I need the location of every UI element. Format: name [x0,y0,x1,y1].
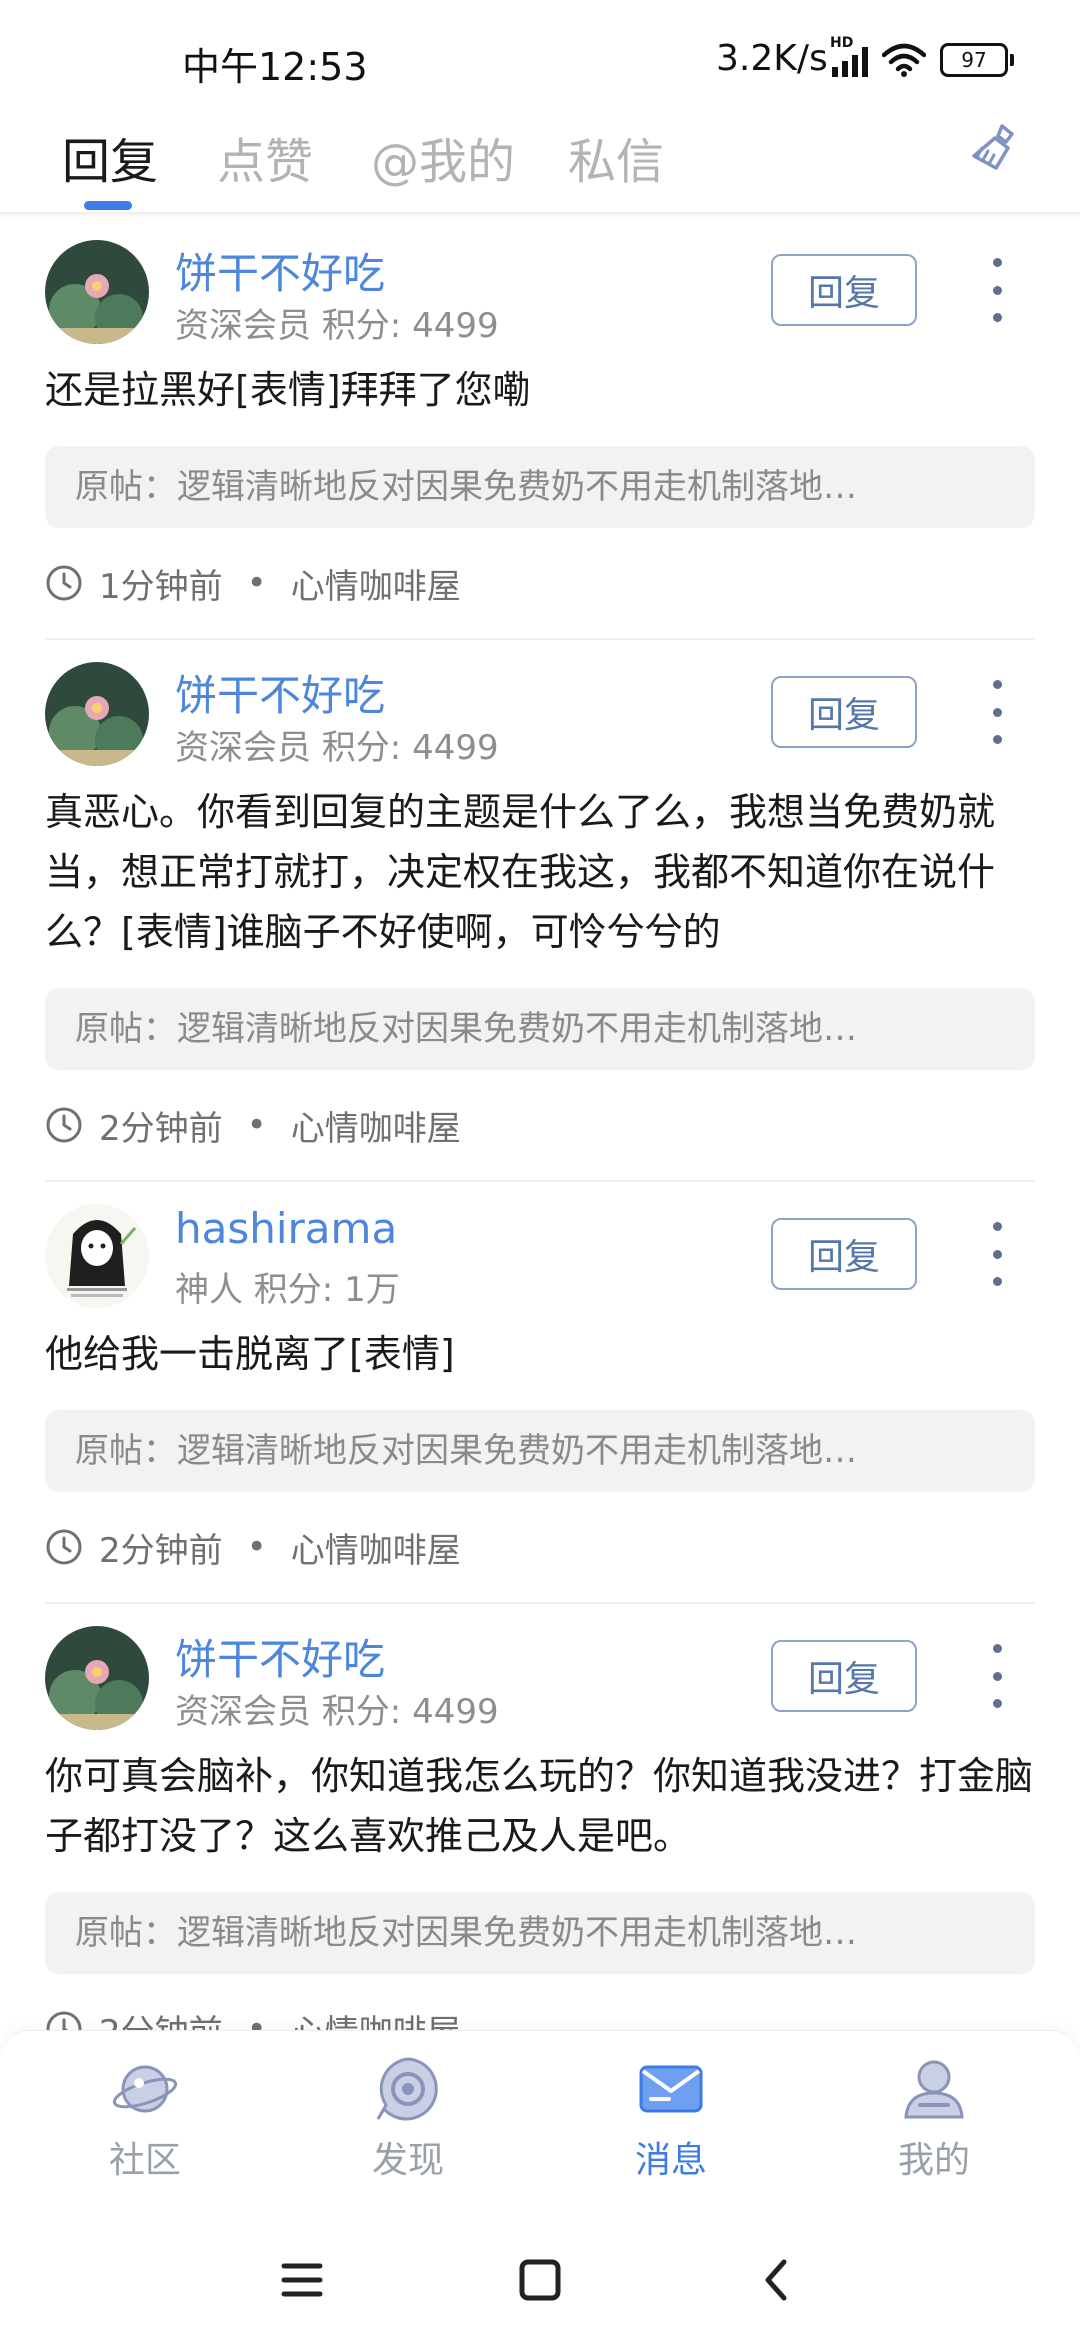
forum-name[interactable]: 心情咖啡屋 [291,1101,461,1150]
user-rank-points: 资深会员 积分: 4499 [175,306,499,346]
nav-community[interactable]: 社区 [45,2031,245,2201]
reply-button[interactable]: 回复 [771,254,917,326]
nav-label: 社区 [108,2140,181,2181]
wifi-icon [882,43,926,77]
original-post-link[interactable]: 原帖：逻辑清晰地反对因果免费奶不用走机制落地… [45,446,1035,528]
reply-button[interactable]: 回复 [771,1640,917,1712]
original-post-link[interactable]: 原帖：逻辑清晰地反对因果免费奶不用走机制落地… [45,1892,1035,1974]
home-icon[interactable] [510,2250,570,2310]
clock-icon [46,2011,82,2030]
clock-icon [46,565,82,601]
system-navigation-bar [0,2200,1080,2340]
nav-label: 我的 [897,2140,970,2181]
reply-item[interactable]: 饼干不好吃 资深会员 积分: 4499 回复 你可真会脑补，你知道我怎么玩的？你… [0,1604,1080,2030]
username[interactable]: 饼干不好吃 [175,1626,385,1687]
hd-label: HD [830,35,854,51]
status-bar: 中午12:53 3.2K/s HD 97 [0,0,1080,100]
reply-meta: 2分钟前 • 心情咖啡屋 [45,1070,1035,1180]
reply-time: 2分钟前 [99,2005,223,2031]
reply-text: 他给我一击脱离了[表情] [45,1332,455,1376]
username[interactable]: 饼干不好吃 [175,662,385,723]
forum-name[interactable]: 心情咖啡屋 [291,559,461,608]
reply-button[interactable]: 回复 [771,676,917,748]
battery-icon: 97 [940,43,1014,77]
tab-private-messages[interactable]: 私信 [568,122,664,192]
reply-feed[interactable]: 饼干不好吃 资深会员 积分: 4499 回复 还是拉黑好[表情]拜拜了您嘞 原帖… [0,218,1080,2030]
reply-time: 1分钟前 [99,566,223,607]
signal-icon: HD [830,35,868,77]
profile-icon [904,2060,964,2119]
menu-icon[interactable] [272,2250,332,2310]
user-rank-points: 资深会员 积分: 4499 [175,1692,499,1732]
reply-item[interactable]: hashirama 神人 积分: 1万 回复 他给我一击脱离了[表情] 原帖：逻… [0,1182,1080,1604]
nav-label: 发现 [371,2140,444,2181]
reply-time: 2分钟前 [99,1530,223,1571]
separator-dot: • [246,563,267,603]
clock-icon [46,1107,82,1143]
message-tabs: 回复 点赞 @我的 私信 [0,100,1080,212]
nav-discover[interactable]: 发现 [308,2031,508,2201]
tab-mentions[interactable]: @我的 [371,122,515,192]
separator-dot: • [246,1105,267,1145]
user-rank-points: 资深会员 积分: 4499 [175,728,499,768]
more-options-icon[interactable] [985,1644,1009,1708]
reply-item[interactable]: 饼干不好吃 资深会员 积分: 4499 回复 还是拉黑好[表情]拜拜了您嘞 原帖… [0,218,1080,640]
nav-messages[interactable]: 消息 [571,2031,771,2201]
username[interactable]: 饼干不好吃 [175,240,385,301]
back-icon[interactable] [748,2250,808,2310]
tab-reply[interactable]: 回复 [62,122,158,192]
clock-icon [46,1529,82,1565]
status-time: 中午12:53 [182,45,368,89]
avatar[interactable] [45,1204,149,1308]
original-post-link[interactable]: 原帖：逻辑清晰地反对因果免费奶不用走机制落地… [45,1410,1035,1492]
separator-dot: • [246,2009,267,2030]
nav-label: 消息 [634,2140,707,2181]
reply-item[interactable]: 饼干不好吃 资深会员 积分: 4499 回复 真恶心。你看到回复的主题是什么了么… [0,640,1080,1182]
tab-likes[interactable]: 点赞 [217,122,313,192]
reply-meta: 2分钟前 • 心情咖啡屋 [45,1492,1035,1602]
more-options-icon[interactable] [985,680,1009,744]
forum-name[interactable]: 心情咖啡屋 [291,1523,461,1572]
bottom-navigation: 社区 发现 消息 我的 [0,2030,1080,2201]
forum-name[interactable]: 心情咖啡屋 [291,2005,461,2031]
reply-button[interactable]: 回复 [771,1218,917,1290]
avatar[interactable] [45,662,149,766]
status-icons: HD 97 [830,35,1014,82]
network-speed: 3.2K/s [716,38,828,79]
battery-level: 97 [940,43,1008,77]
nav-profile[interactable]: 我的 [834,2031,1034,2201]
reply-text: 你可真会脑补，你知道我怎么玩的？你知道我没进？打金脑子都打没了？这么喜欢推己及人… [45,1754,1034,1858]
discover-icon [376,2057,438,2121]
reply-time: 2分钟前 [99,1108,223,1149]
avatar[interactable] [45,1626,149,1730]
user-rank-points: 神人 积分: 1万 [175,1270,400,1310]
clear-broom-icon[interactable] [962,120,1022,180]
original-post-link[interactable]: 原帖：逻辑清晰地反对因果免费奶不用走机制落地… [45,988,1035,1070]
avatar[interactable] [45,240,149,344]
reply-meta: 2分钟前 • 心情咖啡屋 [45,1974,1035,2030]
reply-text: 还是拉黑好[表情]拜拜了您嘞 [45,368,531,412]
username[interactable]: hashirama [175,1204,397,1253]
active-tab-indicator [84,201,132,210]
separator-dot: • [246,1527,267,1567]
more-options-icon[interactable] [985,258,1009,322]
reply-text: 真恶心。你看到回复的主题是什么了么，我想当免费奶就当，想正常打就打，决定权在我这… [45,790,996,954]
more-options-icon[interactable] [985,1222,1009,1286]
reply-meta: 1分钟前 • 心情咖啡屋 [45,528,1035,638]
planet-icon [112,2065,178,2113]
message-icon [639,2065,703,2113]
